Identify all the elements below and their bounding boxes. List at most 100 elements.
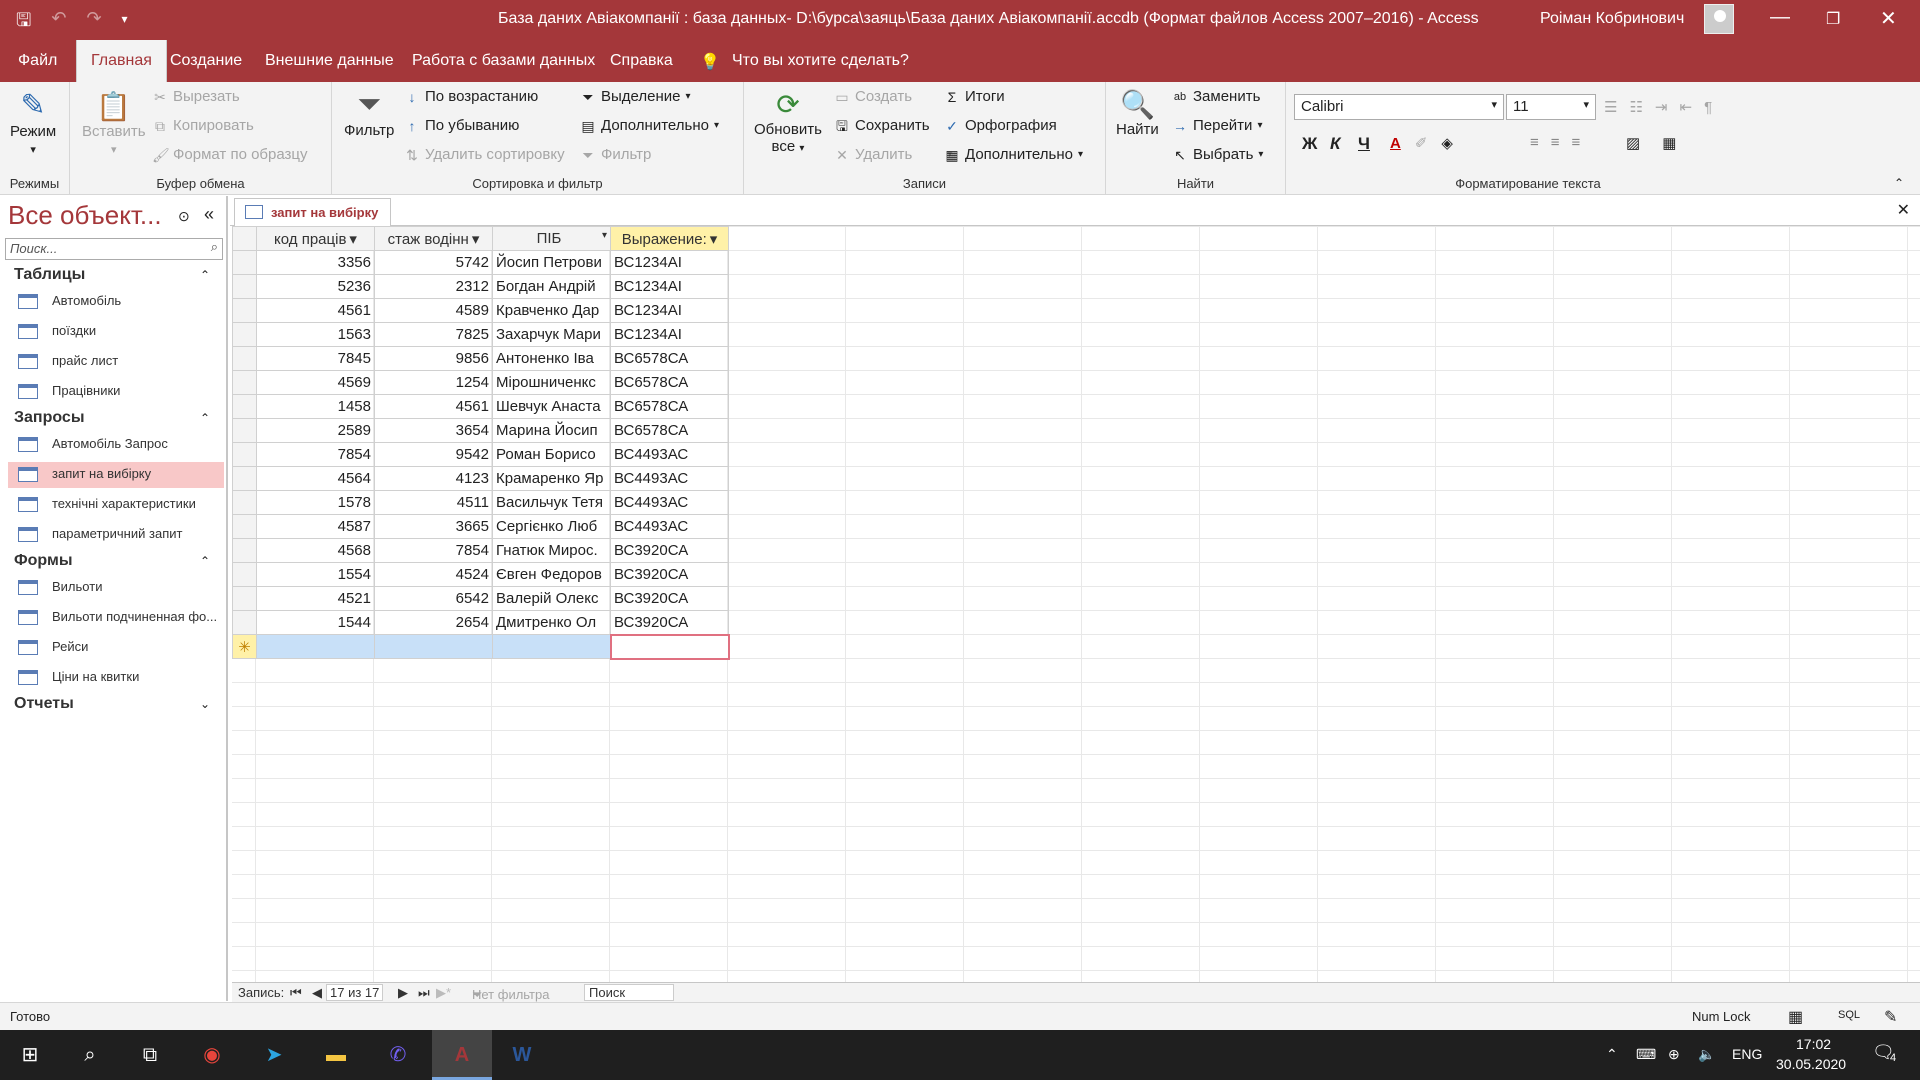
row-selector[interactable] [232,490,257,515]
collapse-nav-icon[interactable]: « [204,204,214,225]
remove-sort-button[interactable]: ⇅ Удалить сортировку [404,146,564,163]
table-row[interactable]: 4569 1254 Мірошниченкс ВС6578СА [232,370,729,395]
nav-section-reports[interactable]: Отчеты [14,695,74,713]
table-cell[interactable]: 4561 [374,394,493,419]
tab-file[interactable]: Файл [18,52,57,70]
table-row[interactable]: 4561 4589 Кравченко Дар ВС1234АІ [232,298,729,323]
copy-button[interactable]: ⧉ Копировать [152,117,254,134]
find-button[interactable]: 🔍 Найти [1116,88,1159,138]
table-row[interactable]: 1544 2654 Дмитренко Ол ВС3920СА [232,610,729,635]
table-cell[interactable]: ВС1234АІ [610,274,729,299]
nav-item-query[interactable]: Автомобіль Запрос [8,432,224,458]
undo-icon[interactable]: ↶ [51,8,66,38]
row-selector[interactable] [232,586,257,611]
row-selector[interactable] [232,322,257,347]
paste-button[interactable]: 📋 Вставить ▾ [82,90,146,157]
save-icon[interactable]: 🖫 [16,8,31,38]
windows-start-icon[interactable]: ⊞ [14,1040,46,1070]
table-cell[interactable]: 4123 [374,466,493,491]
table-cell[interactable]: ВС4493АС [610,514,729,539]
last-record-icon[interactable]: ⏭ [418,985,430,1001]
table-cell[interactable]: 6542 [374,586,493,611]
nav-section-forms[interactable]: Формы [14,552,73,570]
sort-ascending-button[interactable]: ↓ По возрастанию [404,88,539,105]
row-selector[interactable] [232,514,257,539]
table-cell[interactable]: 3654 [374,418,493,443]
save-record-button[interactable]: 🖫 Сохранить [834,117,930,134]
search-taskbar-icon[interactable]: ⌕ [74,1040,106,1070]
table-cell[interactable]: Марина Йосип [492,418,611,443]
table-cell[interactable]: 2654 [374,610,493,635]
new-record-button[interactable]: ▭ Создать [834,88,912,105]
table-cell[interactable]: 4524 [374,562,493,587]
table-cell[interactable]: 4564 [256,466,375,491]
table-cell[interactable] [374,634,493,659]
view-mode-button[interactable]: ✎ Режим ▾ [10,88,56,157]
align-center-icon[interactable]: ≡ [1551,134,1560,151]
row-selector[interactable] [232,562,257,587]
delete-record-button[interactable]: ✕ Удалить ▾ [834,146,952,163]
row-selector[interactable] [232,370,257,395]
table-cell[interactable]: ВС6578СА [610,370,729,395]
nav-item-form[interactable]: Рейси [8,635,224,661]
active-cell[interactable] [609,633,730,660]
column-header-selected[interactable]: Выражение: ▾ [610,226,729,251]
table-cell[interactable]: 4589 [374,298,493,323]
sql-view-button[interactable]: SQL [1838,1009,1860,1021]
table-cell[interactable]: ВС3920СА [610,610,729,635]
table-cell[interactable]: 9542 [374,442,493,467]
tab-database-tools[interactable]: Работа с базами данных [412,52,595,70]
tab-external-data[interactable]: Внешние данные [265,52,394,70]
file-explorer-icon[interactable]: ▬ [320,1040,352,1070]
table-row[interactable]: 1458 4561 Шевчук Анаста ВС6578СА [232,394,729,419]
font-name-select[interactable]: Calibri ▾ [1294,94,1504,120]
table-cell[interactable]: 4561 [256,298,375,323]
more-records-button[interactable]: ▦ Дополнительно ▾ [944,146,1083,163]
record-position[interactable]: 17 из 17 [326,984,384,1001]
column-header[interactable]: стаж водінн ▾ [374,226,493,251]
highlight-icon[interactable]: ✐ [1415,134,1428,152]
table-cell[interactable]: 1254 [374,370,493,395]
nav-item-form[interactable]: Вильоти [8,575,224,601]
nav-item-table[interactable]: поїздки [8,319,224,345]
table-cell[interactable]: 1458 [256,394,375,419]
spelling-button[interactable]: ✓ Орфография [944,117,1057,134]
nav-search-input[interactable]: Поиск... ⌕ [5,238,223,260]
table-cell[interactable]: 3665 [374,514,493,539]
new-record-icon[interactable]: ▶* [436,985,451,1001]
user-name[interactable]: Роіман Кобринович [1540,10,1684,28]
volume-icon[interactable]: 🔈 [1698,1046,1715,1063]
table-cell[interactable]: ВС4493АС [610,442,729,467]
avatar[interactable] [1704,4,1734,34]
table-cell[interactable]: 1544 [256,610,375,635]
row-selector[interactable] [232,274,257,299]
table-cell[interactable]: 1578 [256,490,375,515]
table-cell[interactable]: ВС3920СА [610,538,729,563]
tell-me-box[interactable]: Что вы хотите сделать? [732,52,909,70]
row-selector[interactable] [232,394,257,419]
table-cell[interactable]: Валерій Олекс [492,586,611,611]
goto-button[interactable]: → Перейти ▾ [1172,117,1262,134]
row-selector[interactable] [232,442,257,467]
table-cell[interactable]: Дмитренко Ол [492,610,611,635]
table-cell[interactable]: ВС6578СА [610,418,729,443]
record-search-input[interactable]: Поиск [584,984,674,1001]
table-cell[interactable]: Захарчук Мари [492,322,611,347]
font-color-icon[interactable]: A [1390,135,1401,152]
table-cell[interactable]: Йосип Петрови [492,250,611,275]
design-view-icon[interactable]: ✎ [1884,1007,1897,1027]
align-left-icon[interactable]: ≡ [1530,134,1539,151]
italic-button[interactable]: К [1330,134,1340,154]
refresh-all-button[interactable]: ⟳ Обновить все ▾ [754,88,822,155]
filter-button[interactable]: ⏷ Фильтр [344,88,394,139]
row-selector[interactable] [232,298,257,323]
nav-item-form[interactable]: Ціни на квитки [8,665,224,691]
table-cell[interactable]: 4587 [256,514,375,539]
restore-icon[interactable]: ❐ [1826,9,1840,29]
language-indicator[interactable]: ENG [1732,1046,1762,1062]
row-selector[interactable] [232,250,257,275]
table-cell[interactable]: 1554 [256,562,375,587]
minimize-icon[interactable]: — [1770,6,1790,29]
table-cell[interactable]: ВС6578СА [610,346,729,371]
indent-increase-icon[interactable]: ⇥ [1655,98,1668,116]
